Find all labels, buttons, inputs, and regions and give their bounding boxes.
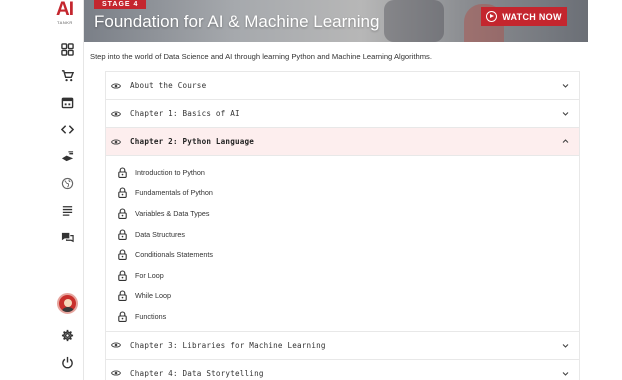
section-about-course[interactable]: About the Course xyxy=(106,72,579,100)
lock-icon xyxy=(118,167,127,178)
play-icon xyxy=(486,11,498,22)
sidebar: AI TANKR xyxy=(51,0,84,380)
list-icon[interactable] xyxy=(60,203,74,217)
cart-icon[interactable] xyxy=(60,68,74,82)
gear-icon[interactable] xyxy=(60,328,74,342)
course-banner: STAGE 4 Foundation for AI & Machine Lear… xyxy=(84,0,588,42)
avatar[interactable] xyxy=(57,293,78,314)
learning-icon[interactable] xyxy=(60,149,74,163)
lesson-title: Functions xyxy=(135,311,167,321)
section-label: Chapter 3: Libraries for Machine Learnin… xyxy=(130,340,326,350)
lock-icon xyxy=(118,229,127,240)
lock-icon xyxy=(118,270,127,281)
avatar-body xyxy=(61,307,75,312)
chevron-down-icon xyxy=(562,343,569,348)
lock-icon xyxy=(118,311,127,322)
lesson-title: Conditionals Statements xyxy=(135,250,213,260)
chevron-down-icon xyxy=(562,112,569,116)
power-icon[interactable] xyxy=(60,355,74,369)
lesson-item[interactable]: While Loop xyxy=(106,286,579,307)
section-label: Chapter 2: Python Language xyxy=(130,137,255,146)
logo-text: AI xyxy=(56,0,74,20)
chapter-2-lessons: Introduction to Python Fundamentals of P… xyxy=(106,156,579,332)
dashboard-icon[interactable] xyxy=(60,42,74,56)
lesson-item[interactable]: Functions xyxy=(106,306,579,327)
lock-icon xyxy=(118,249,127,261)
lesson-item[interactable]: Conditionals Statements xyxy=(106,244,579,265)
course-intro: Step into the world of Data Science and … xyxy=(90,52,432,61)
lock-icon xyxy=(118,290,127,302)
chevron-down-icon xyxy=(562,371,569,376)
lesson-item[interactable]: Fundamentals of Python xyxy=(106,183,579,204)
logo[interactable]: AI TANKR xyxy=(56,0,80,26)
calendar-icon[interactable] xyxy=(60,95,74,109)
lesson-item[interactable]: Variables & Data Types xyxy=(106,203,579,224)
chevron-up-icon xyxy=(562,139,569,143)
chat-icon[interactable] xyxy=(60,230,74,244)
section-label: About the Course xyxy=(130,81,207,90)
stage-badge: STAGE 4 xyxy=(94,0,147,9)
eye-icon xyxy=(111,110,121,118)
chevron-down-icon xyxy=(562,84,569,88)
globe-icon[interactable] xyxy=(60,176,74,190)
section-chapter-1[interactable]: Chapter 1: Basics of AI xyxy=(106,100,579,128)
eye-icon xyxy=(111,138,121,146)
section-chapter-3[interactable]: Chapter 3: Libraries for Machine Learnin… xyxy=(106,331,579,360)
lesson-item[interactable]: Introduction to Python xyxy=(106,162,579,183)
lesson-title: While Loop xyxy=(135,291,171,301)
course-title: Foundation for AI & Machine Learning xyxy=(94,12,380,31)
watch-now-button[interactable]: WATCH NOW xyxy=(481,7,567,26)
section-chapter-4[interactable]: Chapter 4: Data Storytelling xyxy=(106,359,579,380)
lesson-title: Introduction to Python xyxy=(135,167,205,177)
lesson-item[interactable]: For Loop xyxy=(106,265,579,286)
course-accordion: About the Course Chapter 1: Basics of AI… xyxy=(105,71,580,380)
lesson-title: Fundamentals of Python xyxy=(135,188,213,198)
logo-subtext: TANKR xyxy=(57,20,73,25)
watch-now-label: WATCH NOW xyxy=(502,11,562,22)
lesson-item[interactable]: Data Structures xyxy=(106,224,579,245)
section-chapter-2[interactable]: Chapter 2: Python Language xyxy=(106,128,579,156)
section-label: Chapter 4: Data Storytelling xyxy=(130,368,264,378)
avatar-face xyxy=(64,299,72,307)
lesson-title: For Loop xyxy=(135,270,164,280)
lesson-title: Variables & Data Types xyxy=(135,208,210,218)
eye-icon xyxy=(111,341,121,349)
eye-icon xyxy=(111,369,121,377)
banner-decoration xyxy=(384,0,444,42)
lock-icon xyxy=(118,208,127,219)
code-icon[interactable] xyxy=(60,122,74,136)
eye-icon xyxy=(111,82,121,90)
lock-icon xyxy=(118,187,127,199)
lesson-title: Data Structures xyxy=(135,229,185,239)
section-label: Chapter 1: Basics of AI xyxy=(130,109,240,118)
